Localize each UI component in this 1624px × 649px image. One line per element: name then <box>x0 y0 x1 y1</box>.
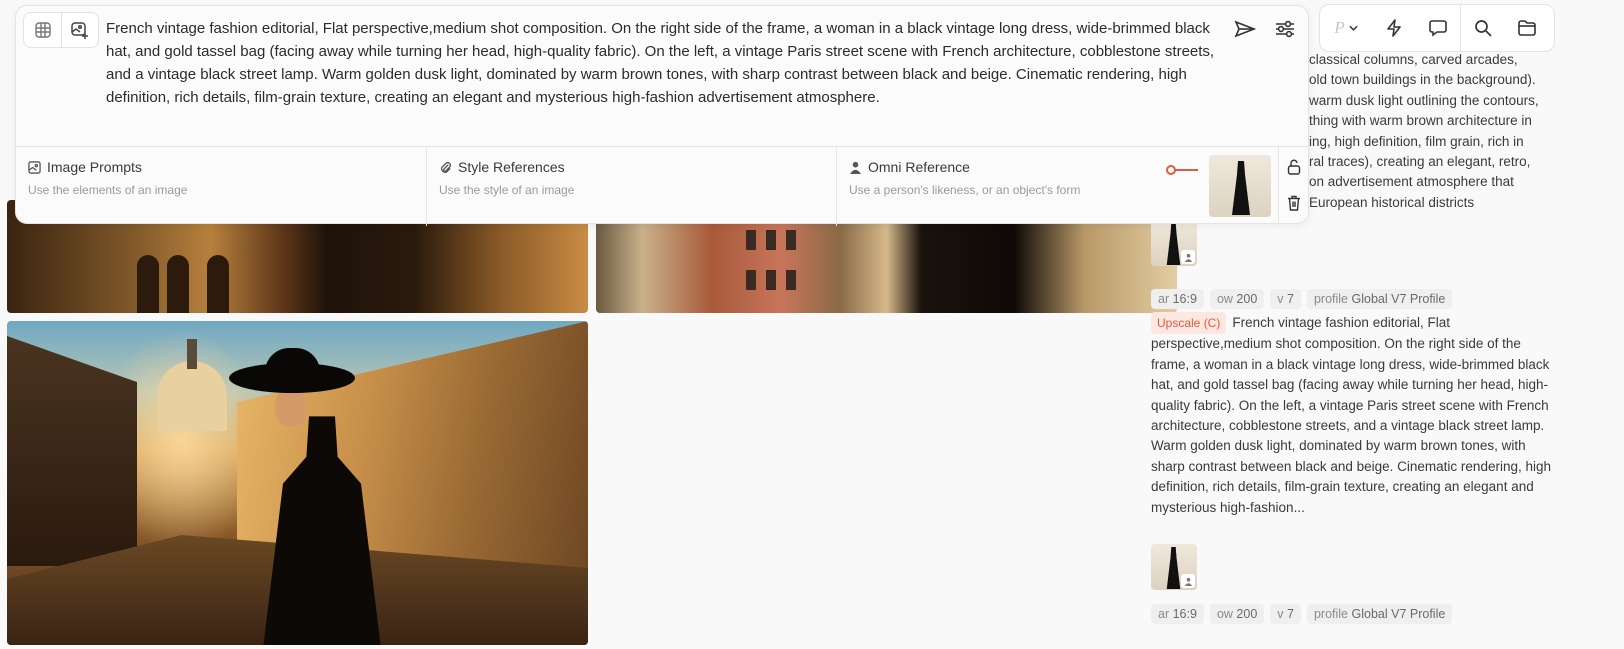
omni-reference-thumbnail[interactable] <box>1209 155 1271 217</box>
tag-v[interactable]: v 7 <box>1270 604 1301 624</box>
tag-profile[interactable]: profile Global V7 Profile <box>1306 289 1453 309</box>
search-button[interactable] <box>1461 5 1505 51</box>
omni-reference-title: Omni Reference <box>868 159 970 175</box>
style-references-section[interactable]: Style References Use the style of an ima… <box>426 147 836 226</box>
tag-ar[interactable]: ar 16:9 <box>1151 604 1204 624</box>
job-1-line: thing with warm brown architecture in <box>1309 113 1532 129</box>
job-1-tags: ar 16:9 ow 200 v 7 profile Global V7 Pro… <box>1151 289 1453 309</box>
personalize-label: P <box>1334 18 1345 37</box>
job-2-prompt-text[interactable]: French vintage fashion editorial, Flat p… <box>1151 315 1551 515</box>
grid-view-button[interactable] <box>24 13 61 47</box>
job-2-prompt: Upscale (C) French vintage fashion editor… <box>1151 312 1561 540</box>
search-icon <box>1475 20 1492 37</box>
grid-icon <box>34 22 51 38</box>
image-prompts-section[interactable]: Image Prompts Use the elements of an ima… <box>16 147 426 226</box>
tag-ow[interactable]: ow 200 <box>1209 604 1265 624</box>
job-1-line: warm dusk light outlining the contours, <box>1309 92 1539 108</box>
delete-button[interactable] <box>1287 195 1301 215</box>
omni-reference-subtitle: Use a person's likeness, or an object's … <box>849 183 1081 197</box>
top-toolbar: P <box>1319 4 1555 52</box>
paperclip-icon <box>440 161 452 173</box>
tag-v[interactable]: v 7 <box>1270 289 1301 309</box>
job-1-line: classical columns, carved arcades, <box>1309 52 1518 67</box>
job-2-tags: ar 16:9 ow 200 v 7 profile Global V7 Pro… <box>1151 604 1453 624</box>
person-icon <box>1181 250 1195 264</box>
person-icon <box>1181 574 1195 588</box>
upscale-badge: Upscale (C) <box>1151 312 1227 335</box>
personalize-dropdown[interactable]: P <box>1320 5 1372 51</box>
chat-icon <box>1429 20 1447 37</box>
prompt-input[interactable]: French vintage fashion editorial, Flat p… <box>106 17 1216 109</box>
folder-icon <box>1518 20 1536 36</box>
job-2-reference-thumbnail[interactable] <box>1151 544 1197 590</box>
image-prompts-subtitle: Use the elements of an image <box>28 183 188 197</box>
prompt-panel: French vintage fashion editorial, Flat p… <box>15 5 1310 226</box>
person-icon <box>849 161 862 174</box>
job-1-line: ral traces), creating an elegant, retro, <box>1309 154 1531 170</box>
trash-icon <box>1288 195 1300 211</box>
lock-button[interactable] <box>1287 159 1301 179</box>
image-add-icon <box>71 22 88 39</box>
tag-ar[interactable]: ar 16:9 <box>1151 289 1204 309</box>
add-image-button[interactable] <box>61 13 98 47</box>
reference-row: Image Prompts Use the elements of an ima… <box>16 146 1310 226</box>
settings-button[interactable] <box>1274 19 1296 43</box>
job-1-line: old town buildings in the background). <box>1309 72 1536 88</box>
tag-ow[interactable]: ow 200 <box>1209 289 1265 309</box>
job-1-line: European historical districts <box>1309 194 1475 210</box>
style-references-subtitle: Use the style of an image <box>439 183 575 197</box>
speed-button[interactable] <box>1372 5 1416 51</box>
job-1-line: on advertisement atmosphere that <box>1309 174 1514 190</box>
send-icon <box>1234 20 1257 38</box>
sliders-icon <box>1276 20 1294 38</box>
style-references-title: Style References <box>458 159 565 175</box>
image-prompts-title: Image Prompts <box>47 159 142 175</box>
tag-profile[interactable]: profile Global V7 Profile <box>1306 604 1453 624</box>
chat-button[interactable] <box>1416 5 1460 51</box>
image-icon <box>28 160 41 174</box>
job-1-prompt: classical columns, carved arcades, old t… <box>1309 50 1564 213</box>
gallery-image-3[interactable] <box>7 321 588 645</box>
folder-button[interactable] <box>1505 5 1549 51</box>
chevron-down-icon <box>1349 25 1358 31</box>
prompt-left-tools <box>23 12 99 48</box>
reference-actions <box>1278 147 1310 226</box>
job-1-reference-thumbnail[interactable] <box>1151 220 1197 266</box>
omni-weight-slider-handle[interactable] <box>1166 165 1176 175</box>
page: classical columns, carved arcades, old t… <box>0 0 1624 649</box>
unlock-icon <box>1287 159 1301 175</box>
send-button[interactable] <box>1234 19 1257 43</box>
lightning-icon <box>1387 19 1401 37</box>
job-1-line: ing, high definition, film grain, rich i… <box>1309 133 1524 149</box>
